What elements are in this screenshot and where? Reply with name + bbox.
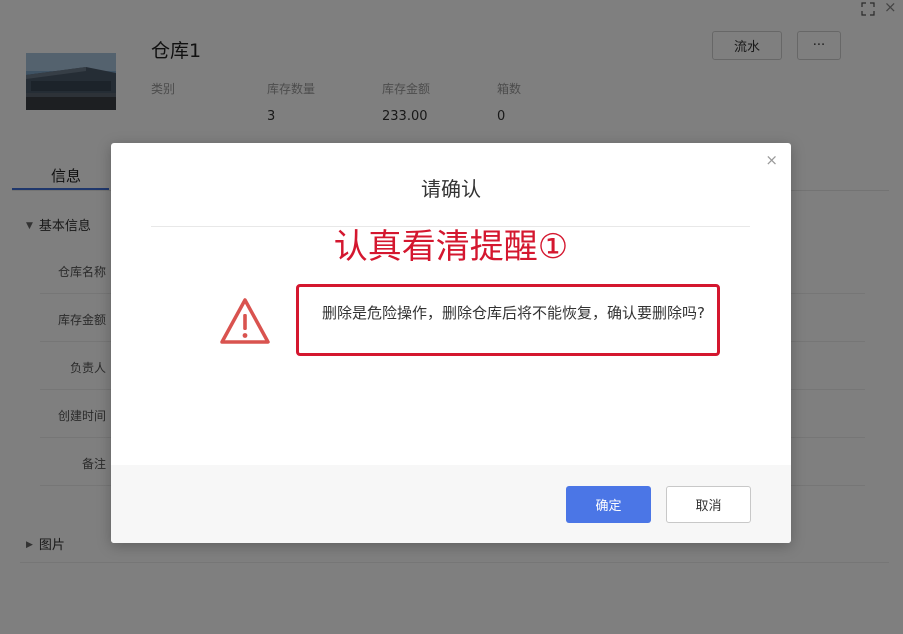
confirm-dialog: × 请确认 认真看清提醒① 删除是危险操作，删除仓库后将不能恢复，确认要删除吗?… [111, 143, 791, 543]
confirm-button[interactable]: 确定 [566, 486, 651, 523]
dialog-title: 请确认 [421, 177, 481, 201]
confirm-message: 删除是危险操作，删除仓库后将不能恢复，确认要删除吗? [296, 284, 720, 356]
close-icon[interactable]: × [765, 151, 778, 169]
cancel-button[interactable]: 取消 [666, 486, 751, 523]
warning-triangle-icon [220, 298, 270, 344]
annotation-text: 认真看清提醒① [333, 227, 569, 267]
